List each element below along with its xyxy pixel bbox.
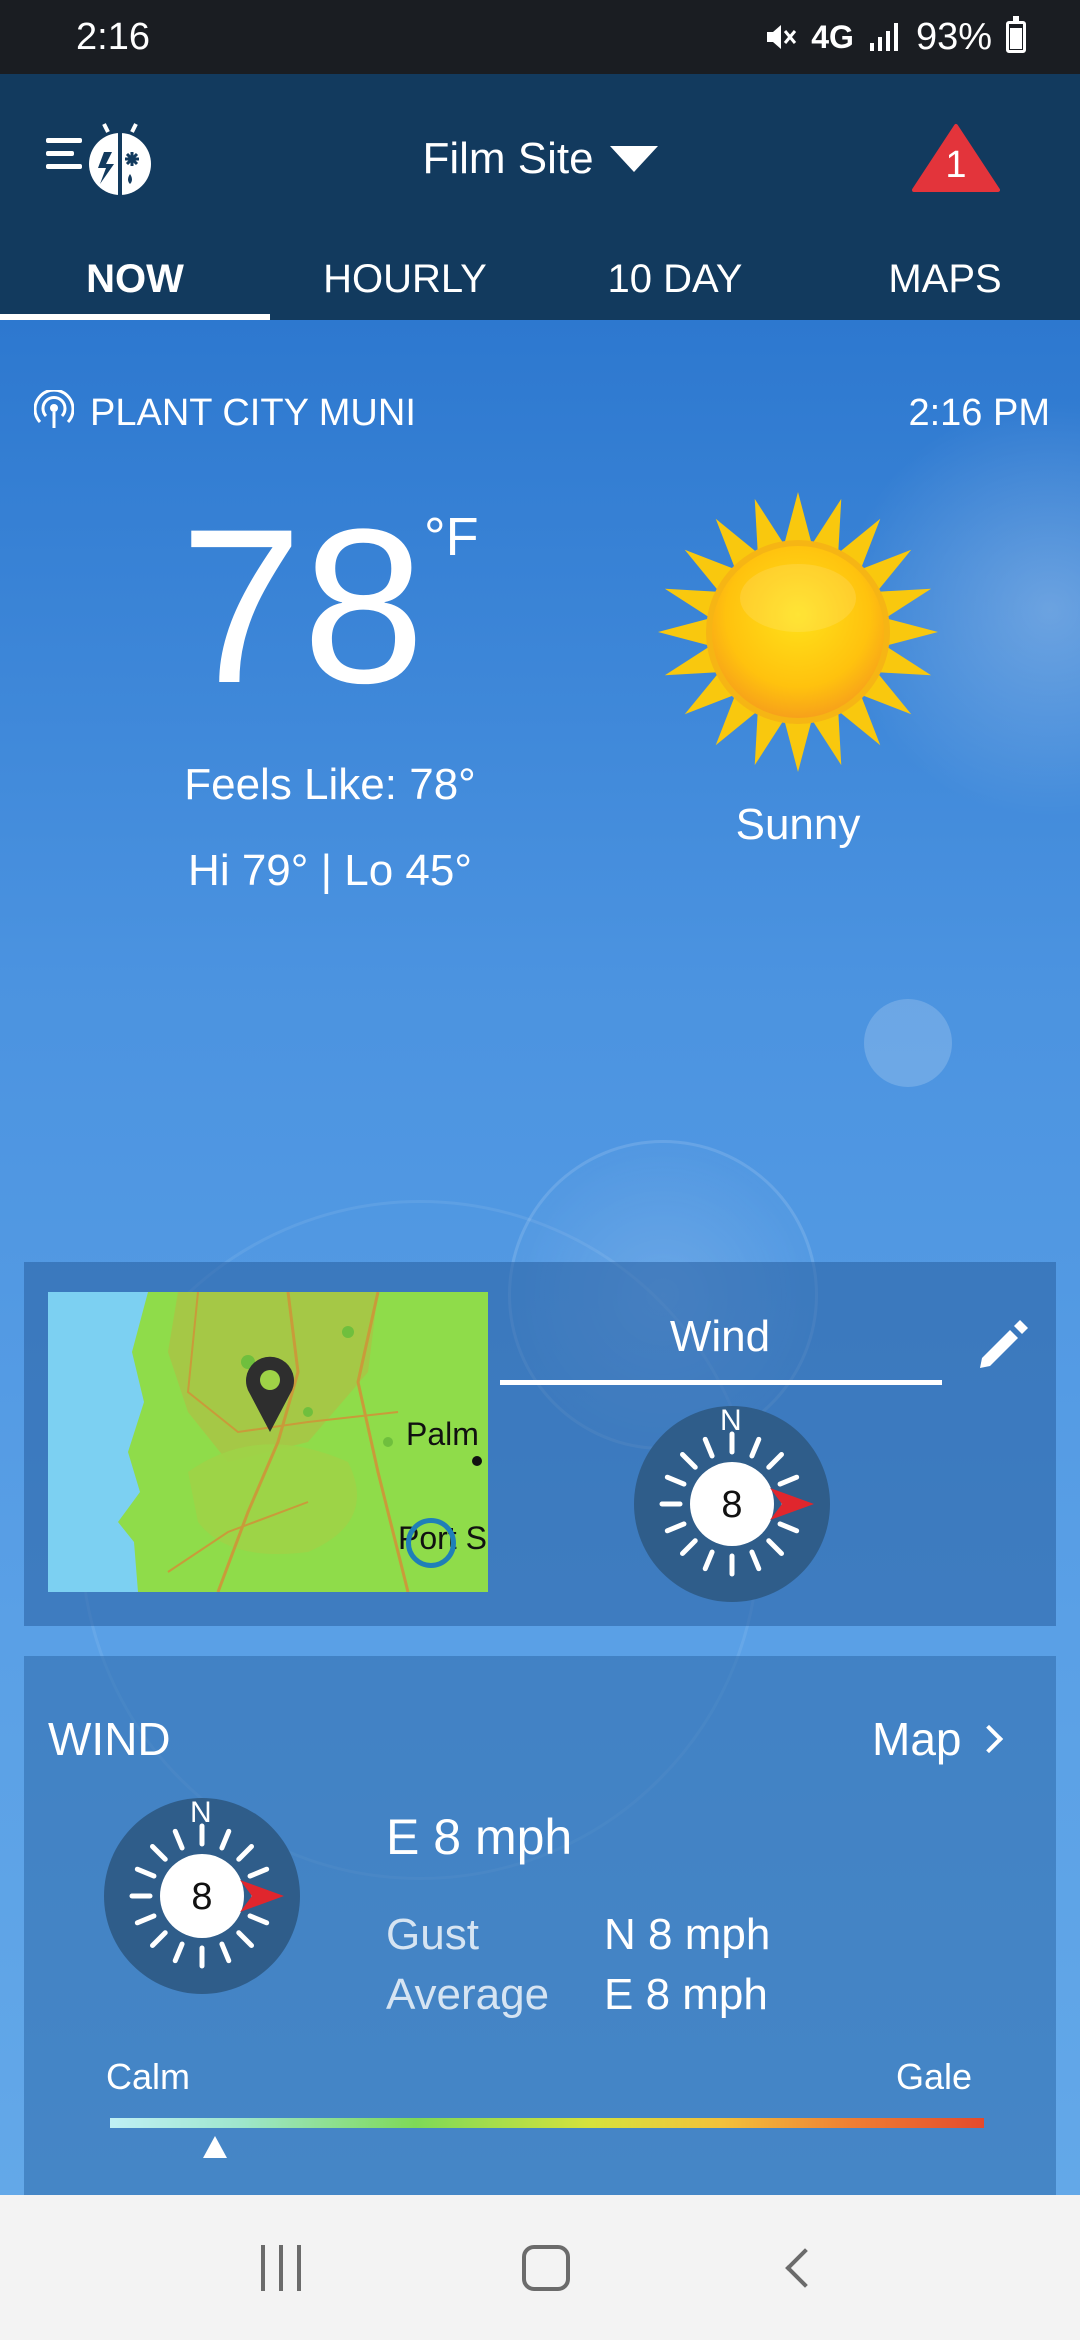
system-nav-bar	[0, 2195, 1080, 2340]
recents-icon[interactable]	[260, 2244, 301, 2291]
wind-details-card: WIND Map N 8 E 8 mph Gust N 8 mph Averag…	[24, 1656, 1056, 2195]
hi-lo-temperature: Hi 79° | Lo 45°	[188, 846, 472, 895]
card-compass-north: N	[720, 1404, 742, 1437]
battery-level: 93%	[915, 15, 992, 58]
sun-icon	[658, 492, 938, 772]
battery-icon	[1006, 16, 1026, 53]
wind-scale-bar	[110, 2118, 984, 2128]
detail-compass-value: 8	[191, 1876, 213, 1918]
condition-text: Sunny	[735, 800, 861, 849]
network-type: 4G	[811, 18, 854, 55]
temperature-value: 78	[180, 483, 425, 729]
chevron-right-icon	[975, 1724, 1004, 1754]
location-name: Film Site	[422, 134, 594, 183]
wind-section-heading: WIND	[48, 1713, 171, 1765]
edit-pencil-icon[interactable]	[974, 1314, 1032, 1372]
status-time: 2:16	[76, 15, 150, 58]
observation-time: 2:16 PM	[908, 392, 1050, 434]
status-bar: 2:16 4G 93%	[0, 0, 1080, 74]
status-icons: 4G 93%	[763, 16, 1026, 59]
gust-value: N 8 mph	[604, 1910, 771, 1959]
caret-down-icon	[609, 146, 658, 172]
alert-count: 1	[945, 144, 967, 186]
widget-title[interactable]: Wind	[500, 1312, 940, 1362]
mute-icon	[767, 25, 797, 49]
app-header: Film Site 1 NOW HOURLY 10 DAY MAPS	[0, 74, 1080, 320]
map-label-palm: Palm	[406, 1416, 479, 1452]
detail-compass-north: N	[190, 1796, 212, 1829]
lens-flare	[864, 999, 952, 1087]
wind-map-link-label: Map	[872, 1713, 962, 1765]
station-name[interactable]: PLANT CITY MUNI	[90, 392, 416, 435]
scale-calm-label: Calm	[106, 2056, 191, 2097]
wind-map-link[interactable]: Map	[872, 1712, 1004, 1766]
radar-mini-map[interactable]: Palm Port S	[48, 1292, 488, 1592]
map-wind-card: Palm Port S Wind N 8	[24, 1262, 1056, 1626]
signal-icon	[869, 23, 898, 51]
wind-scale-marker	[202, 2136, 227, 2158]
location-pin-icon	[246, 1356, 294, 1432]
average-value: E 8 mph	[604, 1970, 768, 2019]
average-label: Average	[386, 1970, 550, 2019]
current-conditions: PLANT CITY MUNI 2:16 PM 78 °F Feels Like…	[0, 320, 1080, 2195]
temperature-unit: °F	[424, 507, 479, 567]
wind-speed: E 8 mph	[386, 1809, 573, 1865]
station-antenna-icon	[34, 390, 74, 428]
current-location-ring-icon	[406, 1518, 456, 1568]
map-city-dot	[472, 1456, 482, 1466]
tab-10-day[interactable]: 10 DAY	[540, 244, 810, 320]
feels-like: Feels Like: 78°	[184, 760, 476, 809]
tab-maps[interactable]: MAPS	[810, 244, 1080, 320]
back-icon[interactable]	[785, 2247, 826, 2288]
home-icon[interactable]	[521, 2244, 570, 2291]
header-row: Film Site 1	[0, 74, 1080, 244]
scale-gale-label: Gale	[896, 2056, 973, 2097]
alert-badge[interactable]: 1	[912, 122, 1000, 194]
gust-label: Gust	[386, 1910, 479, 1959]
card-compass-value: 8	[721, 1484, 743, 1526]
widget-title-underline	[500, 1380, 942, 1385]
tab-hourly[interactable]: HOURLY	[270, 244, 540, 320]
tab-bar: NOW HOURLY 10 DAY MAPS	[0, 244, 1080, 320]
tab-now[interactable]: NOW	[0, 244, 270, 320]
